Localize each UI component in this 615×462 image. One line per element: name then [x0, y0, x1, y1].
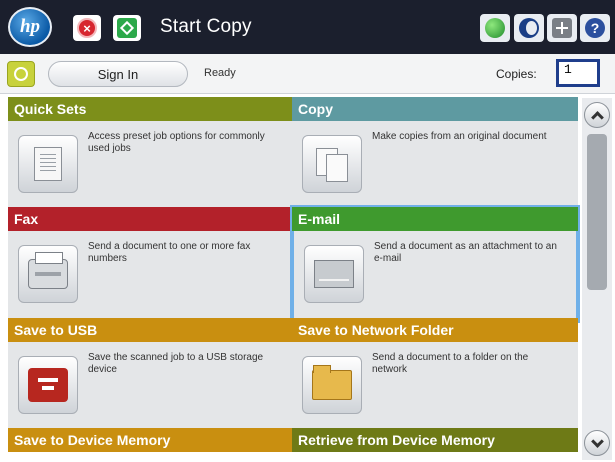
hp-logo: hp: [8, 7, 52, 47]
stop-button[interactable]: ×: [73, 15, 101, 41]
help-button[interactable]: ?: [580, 14, 610, 42]
scroll-thumb[interactable]: [587, 134, 607, 290]
usb-icon: [18, 356, 78, 414]
sleep-button[interactable]: [514, 14, 544, 42]
tile-email[interactable]: E-mail Send a document as an attachment …: [290, 205, 580, 323]
copy-icon: [302, 135, 362, 193]
tile-description: Save the scanned job to a USB storage de…: [88, 352, 264, 375]
language-button[interactable]: [547, 14, 577, 42]
tile-title: Copy: [292, 97, 578, 121]
copies-input[interactable]: 1: [556, 59, 600, 87]
start-icon: [117, 18, 137, 38]
home-button[interactable]: [7, 61, 35, 87]
tile-description: Make copies from an original document: [372, 131, 547, 142]
tile-fax[interactable]: Fax Send a document to one or more fax n…: [8, 207, 294, 321]
quick-sets-icon: [18, 135, 78, 193]
folder-icon: [302, 356, 362, 414]
sleep-icon: [519, 18, 539, 38]
stop-icon: ×: [77, 18, 97, 38]
tile-save-to-usb[interactable]: Save to USB Save the scanned job to a US…: [8, 318, 294, 432]
tile-title: E-mail: [292, 207, 578, 231]
tile-title: Save to Network Folder: [292, 318, 578, 342]
network-icon: [485, 18, 505, 38]
app-grid: Quick Sets Access preset job options for…: [0, 94, 580, 462]
status-bar: Sign In Ready Copies: 1: [0, 54, 615, 94]
tile-copy[interactable]: Copy Make copies from an original docume…: [292, 97, 578, 211]
tile-description: Send a document as an attachment to an e…: [374, 241, 557, 264]
tile-save-to-network-folder[interactable]: Save to Network Folder Send a document t…: [292, 318, 578, 432]
tile-quick-sets[interactable]: Quick Sets Access preset job options for…: [8, 97, 294, 211]
start-button[interactable]: [113, 15, 141, 41]
copies-label: Copies:: [496, 67, 537, 81]
tile-title: Save to Device Memory: [8, 428, 294, 452]
network-button[interactable]: [480, 14, 510, 42]
email-icon: [304, 245, 364, 303]
language-icon: [552, 18, 572, 38]
title-bar: hp × Start Copy ?: [0, 0, 615, 54]
tile-retrieve-from-device-memory[interactable]: Retrieve from Device Memory: [292, 428, 578, 452]
help-icon: ?: [585, 18, 605, 38]
tile-description: Send a document to one or more fax numbe…: [88, 241, 251, 264]
chevron-down-icon: [590, 434, 604, 448]
home-icon: [14, 67, 28, 81]
scrollbar[interactable]: [582, 98, 612, 460]
sign-in-button[interactable]: Sign In: [48, 61, 188, 87]
tile-description: Send a document to a folder on the netwo…: [372, 352, 529, 375]
tile-title: Quick Sets: [8, 97, 294, 121]
tile-description: Access preset job options for commonly u…: [88, 131, 265, 154]
tile-title: Save to USB: [8, 318, 294, 342]
tile-save-to-device-memory[interactable]: Save to Device Memory: [8, 428, 294, 452]
status-text: Ready: [204, 67, 236, 79]
tile-title: Fax: [8, 207, 294, 231]
scroll-up-button[interactable]: [584, 102, 610, 128]
fax-icon: [18, 245, 78, 303]
chevron-up-icon: [590, 110, 604, 124]
tile-title: Retrieve from Device Memory: [292, 428, 578, 452]
scroll-down-button[interactable]: [584, 430, 610, 456]
page-title: Start Copy: [160, 16, 252, 37]
